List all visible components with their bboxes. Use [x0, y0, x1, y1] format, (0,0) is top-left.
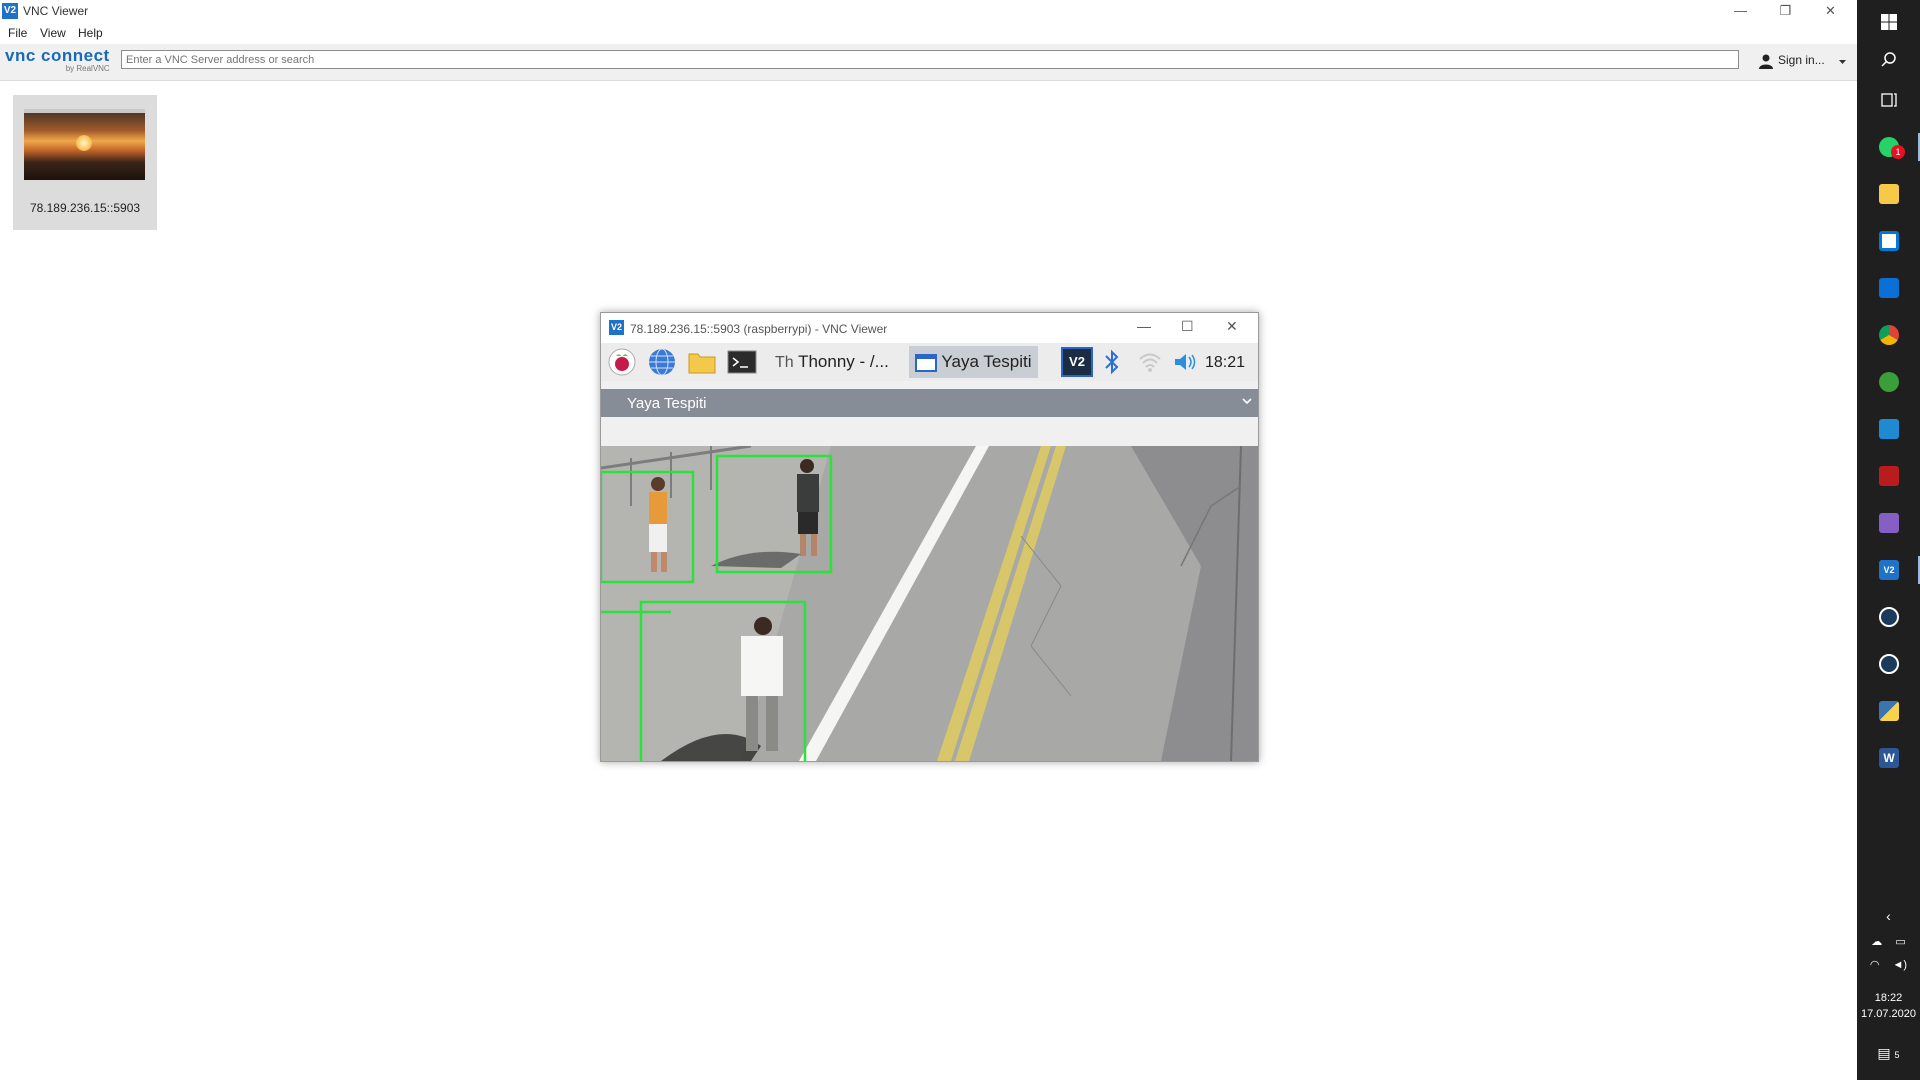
- vnc-app-icon: V2: [2, 3, 18, 19]
- taskbar-clock-time[interactable]: 18:22: [1857, 992, 1920, 1004]
- mail-icon: [1879, 278, 1899, 298]
- search-icon: [1881, 52, 1896, 67]
- volume-icon[interactable]: [1171, 347, 1199, 377]
- tray-icons-row-2: ◠ ◄): [1857, 958, 1920, 971]
- vnc-connect-logo: vnc connect by RealVNC: [5, 46, 110, 74]
- remote-close-button[interactable]: ✕: [1226, 318, 1238, 335]
- restore-button[interactable]: ❐: [1763, 0, 1808, 23]
- steam-taskbar-button[interactable]: [1857, 595, 1920, 639]
- sign-in-label: Sign in...: [1778, 53, 1825, 68]
- taskbar-item-yaya-tespiti-label: Yaya Tespiti: [941, 352, 1032, 371]
- toolbar: vnc connect by RealVNC Sign in...: [0, 44, 1857, 81]
- address-book-entry-label: 78.189.236.15::5903: [29, 201, 141, 215]
- windows-taskbar: 1 V2 W ‹ ☁ ▭ ◠ ◄) 18:22 17.07.2020 ▤ 5: [1857, 0, 1920, 1080]
- terminal-icon[interactable]: [726, 347, 758, 377]
- desktop-preview-thumbnail: [24, 109, 145, 180]
- word-taskbar-button[interactable]: W: [1857, 736, 1920, 780]
- game-taskbar-button[interactable]: [1857, 454, 1920, 498]
- vscode-icon: [1879, 419, 1899, 439]
- search-button[interactable]: [1857, 38, 1920, 82]
- store-taskbar-button[interactable]: [1857, 219, 1920, 263]
- folder-icon: [1879, 184, 1899, 204]
- logo-brand: vnc connect: [5, 46, 110, 65]
- file-manager-icon[interactable]: [686, 347, 718, 377]
- visual-studio-taskbar-button[interactable]: [1857, 501, 1920, 545]
- logo-subtitle: by RealVNC: [65, 64, 110, 73]
- task-view-button[interactable]: [1857, 78, 1920, 122]
- vnc-server-icon[interactable]: V2: [1061, 347, 1093, 377]
- app-window-title: Yaya Tespiti: [627, 395, 707, 412]
- thonny-icon: Th: [775, 354, 794, 371]
- steam-taskbar-button-2[interactable]: [1857, 642, 1920, 686]
- taskbar-clock-date[interactable]: 17.07.2020: [1857, 1008, 1920, 1020]
- window-title: VNC Viewer: [23, 4, 89, 18]
- steam-icon: [1879, 654, 1899, 674]
- taskbar-item-thonny-label: Thonny - /...: [798, 352, 889, 371]
- python-icon: [1879, 701, 1899, 721]
- menu-view[interactable]: View: [40, 26, 66, 40]
- steam-icon: [1879, 607, 1899, 627]
- user-icon: [1759, 54, 1773, 69]
- close-button[interactable]: ✕: [1808, 0, 1853, 23]
- visual-studio-icon: [1879, 513, 1899, 533]
- raspberry-pi-panel: Th Thonny - /... Yaya Tespiti V2 18:21: [601, 343, 1258, 381]
- window-titlebar: V2 VNC Viewer — ❐ ✕: [0, 0, 1857, 23]
- python-taskbar-button[interactable]: [1857, 689, 1920, 733]
- vnc-viewer-taskbar-button[interactable]: V2: [1857, 548, 1920, 592]
- remote-vnc-window[interactable]: V2 78.189.236.15::5903 (raspberrypi) - V…: [600, 312, 1259, 762]
- remote-window-titlebar: V2 78.189.236.15::5903 (raspberrypi) - V…: [601, 313, 1258, 343]
- remote-window-title: 78.189.236.15::5903 (raspberrypi) - VNC …: [630, 322, 888, 336]
- word-icon: W: [1879, 748, 1899, 768]
- menu-file[interactable]: File: [8, 26, 27, 40]
- chevron-down-icon[interactable]: [1242, 396, 1252, 406]
- speaker-icon[interactable]: ◄): [1893, 959, 1908, 971]
- action-center-badge: 5: [1894, 1050, 1900, 1060]
- notification-icon: ▤: [1877, 1045, 1891, 1061]
- taskbar-item-yaya-tespiti[interactable]: Yaya Tespiti: [909, 346, 1038, 378]
- taskbar-item-thonny[interactable]: Th Thonny - /...: [769, 346, 895, 378]
- tray-icons-row-1: ☁ ▭: [1857, 935, 1920, 948]
- windows-logo-icon: [1881, 14, 1897, 30]
- mail-taskbar-button[interactable]: [1857, 266, 1920, 310]
- chrome-taskbar-button[interactable]: [1857, 313, 1920, 357]
- menu-help[interactable]: Help: [78, 26, 103, 40]
- maps-app-taskbar-button[interactable]: [1857, 360, 1920, 404]
- globe-app-icon: [1879, 372, 1899, 392]
- minimize-button[interactable]: —: [1718, 0, 1763, 23]
- wifi-icon[interactable]: [1137, 347, 1163, 377]
- chevron-down-icon[interactable]: [1838, 57, 1847, 66]
- web-browser-icon[interactable]: [646, 347, 678, 377]
- window-icon: [915, 353, 937, 372]
- video-frame: [601, 446, 1258, 761]
- vscode-taskbar-button[interactable]: [1857, 407, 1920, 451]
- onedrive-icon[interactable]: ☁: [1871, 936, 1882, 948]
- bluetooth-icon[interactable]: [1101, 347, 1123, 377]
- app-window-header: Yaya Tespiti: [601, 389, 1258, 417]
- chrome-icon: [1879, 325, 1899, 345]
- remote-maximize-button[interactable]: ☐: [1181, 318, 1194, 335]
- menu-bar: File View Help: [0, 23, 1857, 43]
- vnc-app-icon: V2: [609, 320, 624, 335]
- file-explorer-taskbar-button[interactable]: [1857, 172, 1920, 216]
- action-center-button[interactable]: ▤ 5: [1857, 1045, 1920, 1062]
- game-icon: [1879, 466, 1899, 486]
- store-icon: [1879, 231, 1899, 251]
- task-view-icon: [1881, 93, 1897, 107]
- notification-badge: 1: [1891, 145, 1905, 159]
- panel-clock: 18:21: [1205, 354, 1246, 371]
- sign-in-button[interactable]: Sign in...: [1758, 53, 1847, 69]
- network-icon[interactable]: ◠: [1870, 959, 1880, 971]
- server-address-input[interactable]: [121, 50, 1739, 69]
- chevron-left-icon[interactable]: ‹: [1857, 908, 1920, 924]
- whatsapp-taskbar-button[interactable]: 1: [1857, 125, 1920, 169]
- remote-minimize-button[interactable]: —: [1137, 318, 1151, 334]
- address-book-entry[interactable]: 78.189.236.15::5903: [13, 95, 157, 230]
- battery-icon[interactable]: ▭: [1895, 936, 1905, 948]
- vnc-viewer-icon: V2: [1879, 560, 1899, 580]
- raspberry-menu-icon[interactable]: [606, 347, 638, 377]
